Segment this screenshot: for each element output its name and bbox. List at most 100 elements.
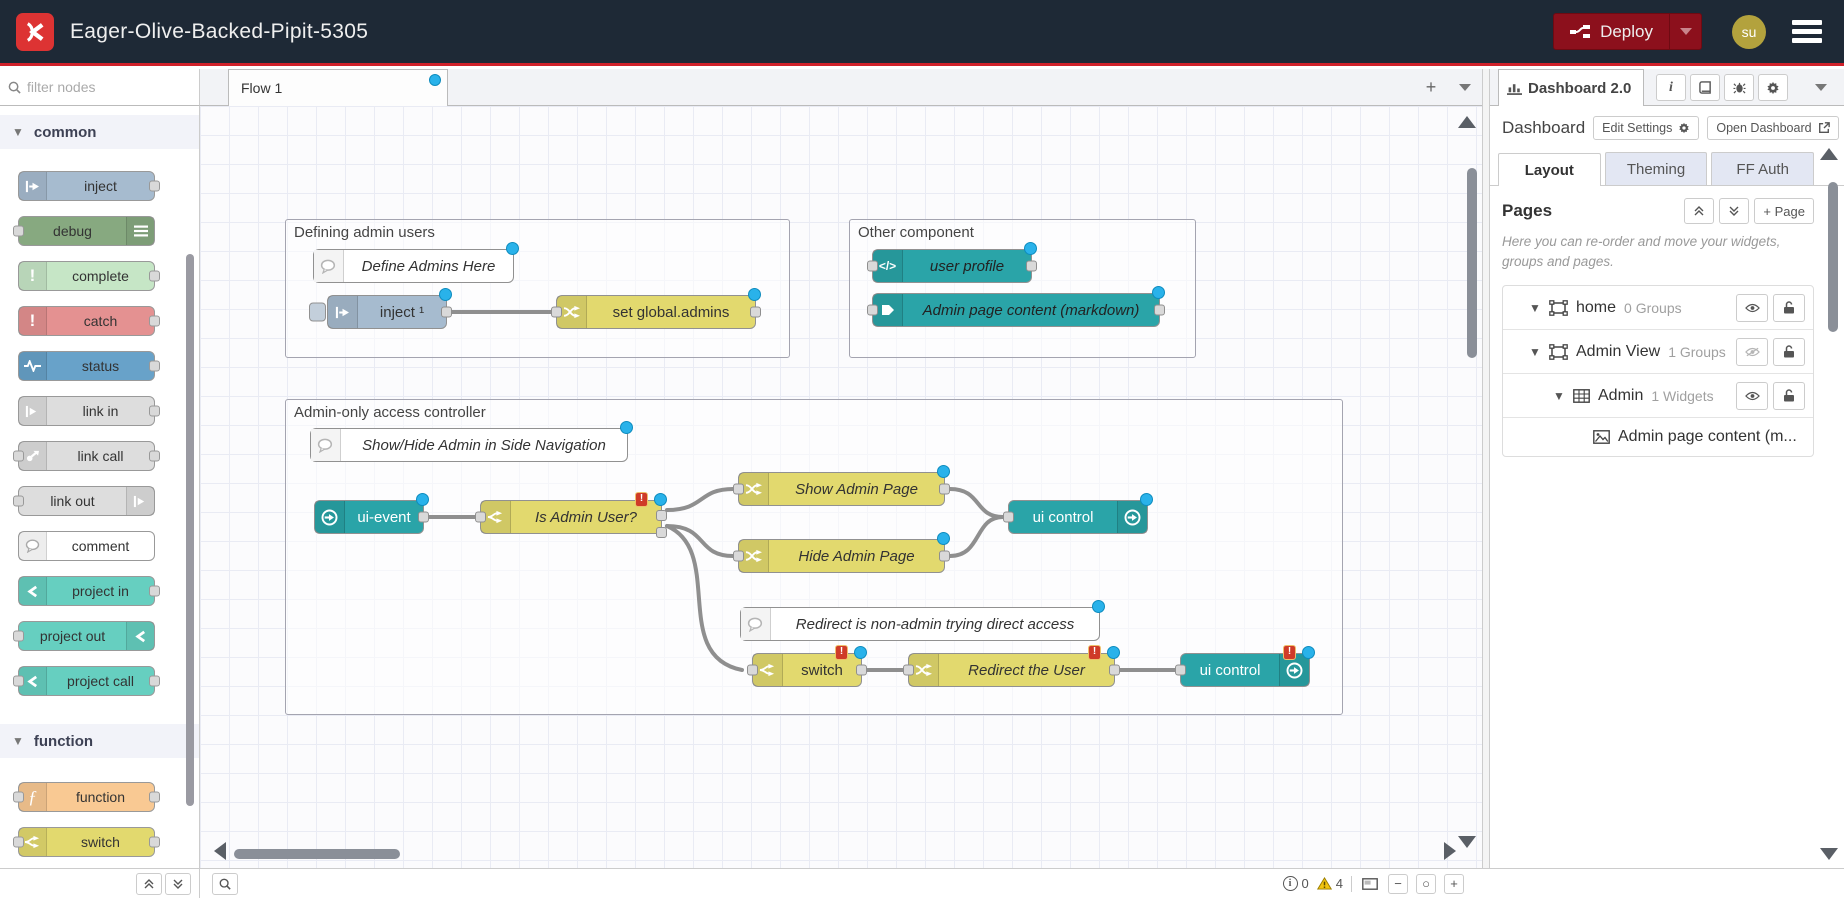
canvas-search-button[interactable] bbox=[212, 873, 238, 895]
expand-all-button[interactable] bbox=[1719, 198, 1749, 224]
tab-flow-1[interactable]: Flow 1 bbox=[228, 69, 448, 106]
navigator-button[interactable] bbox=[1360, 874, 1380, 894]
node-define-admins-here[interactable]: Define Admins Here bbox=[313, 249, 514, 283]
output-port[interactable] bbox=[939, 551, 950, 562]
palette-node-comment[interactable]: comment bbox=[18, 531, 155, 561]
flow-list-caret[interactable] bbox=[1452, 75, 1478, 100]
group-row-admin[interactable]: ▼ Admin 1 Widgets bbox=[1503, 374, 1813, 418]
canvas-scroll-down[interactable] bbox=[1458, 836, 1476, 848]
palette-node-inject[interactable]: inject bbox=[18, 171, 155, 201]
output-port[interactable] bbox=[1109, 665, 1120, 676]
input-port[interactable] bbox=[747, 665, 758, 676]
sidebar-resize-handle[interactable] bbox=[1482, 69, 1490, 868]
node-redirect-the-user[interactable]: Redirect the User ! bbox=[908, 653, 1115, 687]
widget-row-admin-page-content[interactable]: Admin page content (m... bbox=[1503, 418, 1813, 456]
palette-node-catch[interactable]: ! catch bbox=[18, 306, 155, 336]
output-port-2[interactable] bbox=[656, 527, 667, 538]
node-ui-control-1[interactable]: ui control bbox=[1008, 500, 1148, 534]
category-common[interactable]: ▼ common bbox=[0, 115, 199, 149]
palette-node-project-in[interactable]: project in bbox=[18, 576, 155, 606]
tab-ff-auth[interactable]: FF Auth bbox=[1711, 152, 1814, 185]
lock-button[interactable] bbox=[1773, 382, 1805, 410]
node-user-profile[interactable]: </> user profile bbox=[872, 249, 1032, 283]
sidebar-scrollbar[interactable] bbox=[1828, 182, 1838, 332]
flow-canvas[interactable]: Defining admin users Other component Adm… bbox=[200, 106, 1482, 868]
add-flow-button[interactable]: + bbox=[1418, 75, 1444, 100]
input-port[interactable] bbox=[867, 261, 878, 272]
output-port[interactable] bbox=[939, 484, 950, 495]
node-is-admin-user[interactable]: Is Admin User? ! bbox=[480, 500, 662, 534]
zoom-in-button[interactable]: + bbox=[1444, 874, 1464, 894]
node-inject[interactable]: inject ¹ bbox=[327, 295, 447, 329]
visibility-button[interactable] bbox=[1736, 294, 1768, 322]
output-port[interactable] bbox=[1026, 261, 1037, 272]
page-row-admin-view[interactable]: ▼ Admin View 1 Groups bbox=[1503, 330, 1813, 374]
node-show-hide-admin-comment[interactable]: Show/Hide Admin in Side Navigation bbox=[310, 428, 628, 462]
palette-node-status[interactable]: status bbox=[18, 351, 155, 381]
lock-button[interactable] bbox=[1773, 338, 1805, 366]
input-port[interactable] bbox=[733, 484, 744, 495]
output-port-1[interactable] bbox=[656, 510, 667, 521]
edit-settings-button[interactable]: Edit Settings bbox=[1593, 116, 1699, 140]
input-port[interactable] bbox=[903, 665, 914, 676]
input-port[interactable] bbox=[867, 305, 878, 316]
lock-button[interactable] bbox=[1773, 294, 1805, 322]
node-admin-page-content[interactable]: Admin page content (markdown) bbox=[872, 293, 1160, 327]
node-switch[interactable]: switch ! bbox=[752, 653, 862, 687]
page-row-home[interactable]: ▼ home 0 Groups bbox=[1503, 286, 1813, 330]
palette-expand-button[interactable] bbox=[165, 873, 191, 895]
filter-nodes-input[interactable] bbox=[27, 79, 167, 95]
node-show-admin-page[interactable]: Show Admin Page bbox=[738, 472, 945, 506]
debug-tab-button[interactable] bbox=[1724, 74, 1754, 101]
canvas-scroll-right[interactable] bbox=[1444, 842, 1456, 860]
tab-dashboard-2[interactable]: Dashboard 2.0 bbox=[1498, 69, 1644, 106]
tab-theming[interactable]: Theming bbox=[1605, 152, 1708, 185]
palette-node-complete[interactable]: ! complete bbox=[18, 261, 155, 291]
wire-isadmin-to-show[interactable] bbox=[667, 489, 733, 510]
zoom-reset-button[interactable]: ○ bbox=[1416, 874, 1436, 894]
palette-node-switch[interactable]: switch bbox=[18, 827, 155, 857]
inject-trigger-button[interactable] bbox=[309, 303, 326, 322]
palette-node-link-in[interactable]: link in bbox=[18, 396, 155, 426]
info-tab-button[interactable]: i bbox=[1656, 74, 1686, 101]
palette-node-link-out[interactable]: link out bbox=[18, 486, 155, 516]
wire-isadmin-to-switch[interactable] bbox=[667, 526, 742, 670]
palette-node-link-call[interactable]: link call bbox=[18, 441, 155, 471]
sidebar-scroll-down[interactable] bbox=[1820, 848, 1838, 860]
open-dashboard-button[interactable]: Open Dashboard bbox=[1707, 116, 1838, 140]
node-hide-admin-page[interactable]: Hide Admin Page bbox=[738, 539, 945, 573]
chevron-down-icon[interactable]: ▼ bbox=[1527, 345, 1543, 359]
deploy-button[interactable]: Deploy bbox=[1553, 13, 1702, 50]
sidebar-tabs-caret[interactable] bbox=[1808, 75, 1834, 100]
input-port[interactable] bbox=[1003, 512, 1014, 523]
visibility-button[interactable] bbox=[1736, 382, 1768, 410]
palette-node-project-out[interactable]: project out bbox=[18, 621, 155, 651]
palette-node-project-call[interactable]: project call bbox=[18, 666, 155, 696]
node-ui-event[interactable]: ui-event bbox=[314, 500, 424, 534]
canvas-hscrollbar[interactable] bbox=[234, 849, 400, 859]
add-page-button[interactable]: + Page bbox=[1754, 198, 1814, 224]
main-menu-button[interactable] bbox=[1792, 16, 1822, 47]
output-port[interactable] bbox=[441, 307, 452, 318]
config-tab-button[interactable] bbox=[1758, 74, 1788, 101]
output-port[interactable] bbox=[418, 512, 429, 523]
tab-layout[interactable]: Layout bbox=[1498, 153, 1601, 186]
collapse-all-button[interactable] bbox=[1684, 198, 1714, 224]
info-count[interactable]: i 0 bbox=[1283, 876, 1309, 891]
output-port[interactable] bbox=[750, 307, 761, 318]
warning-count[interactable]: 4 bbox=[1317, 876, 1343, 891]
node-redirect-comment[interactable]: Redirect is non-admin trying direct acce… bbox=[740, 607, 1100, 641]
help-tab-button[interactable] bbox=[1690, 74, 1720, 101]
chevron-down-icon[interactable]: ▼ bbox=[1551, 389, 1567, 403]
palette-node-debug[interactable]: debug bbox=[18, 216, 155, 246]
visibility-button[interactable] bbox=[1736, 338, 1768, 366]
input-port[interactable] bbox=[551, 307, 562, 318]
node-set-global-admins[interactable]: set global.admins bbox=[556, 295, 756, 329]
deploy-options-caret[interactable] bbox=[1669, 14, 1701, 49]
zoom-out-button[interactable]: − bbox=[1388, 874, 1408, 894]
palette-node-function[interactable]: ƒ function bbox=[18, 782, 155, 812]
node-ui-control-2[interactable]: ui control ! bbox=[1180, 653, 1310, 687]
palette-scrollbar[interactable] bbox=[186, 254, 194, 806]
canvas-scroll-left[interactable] bbox=[214, 842, 226, 860]
input-port[interactable] bbox=[733, 551, 744, 562]
